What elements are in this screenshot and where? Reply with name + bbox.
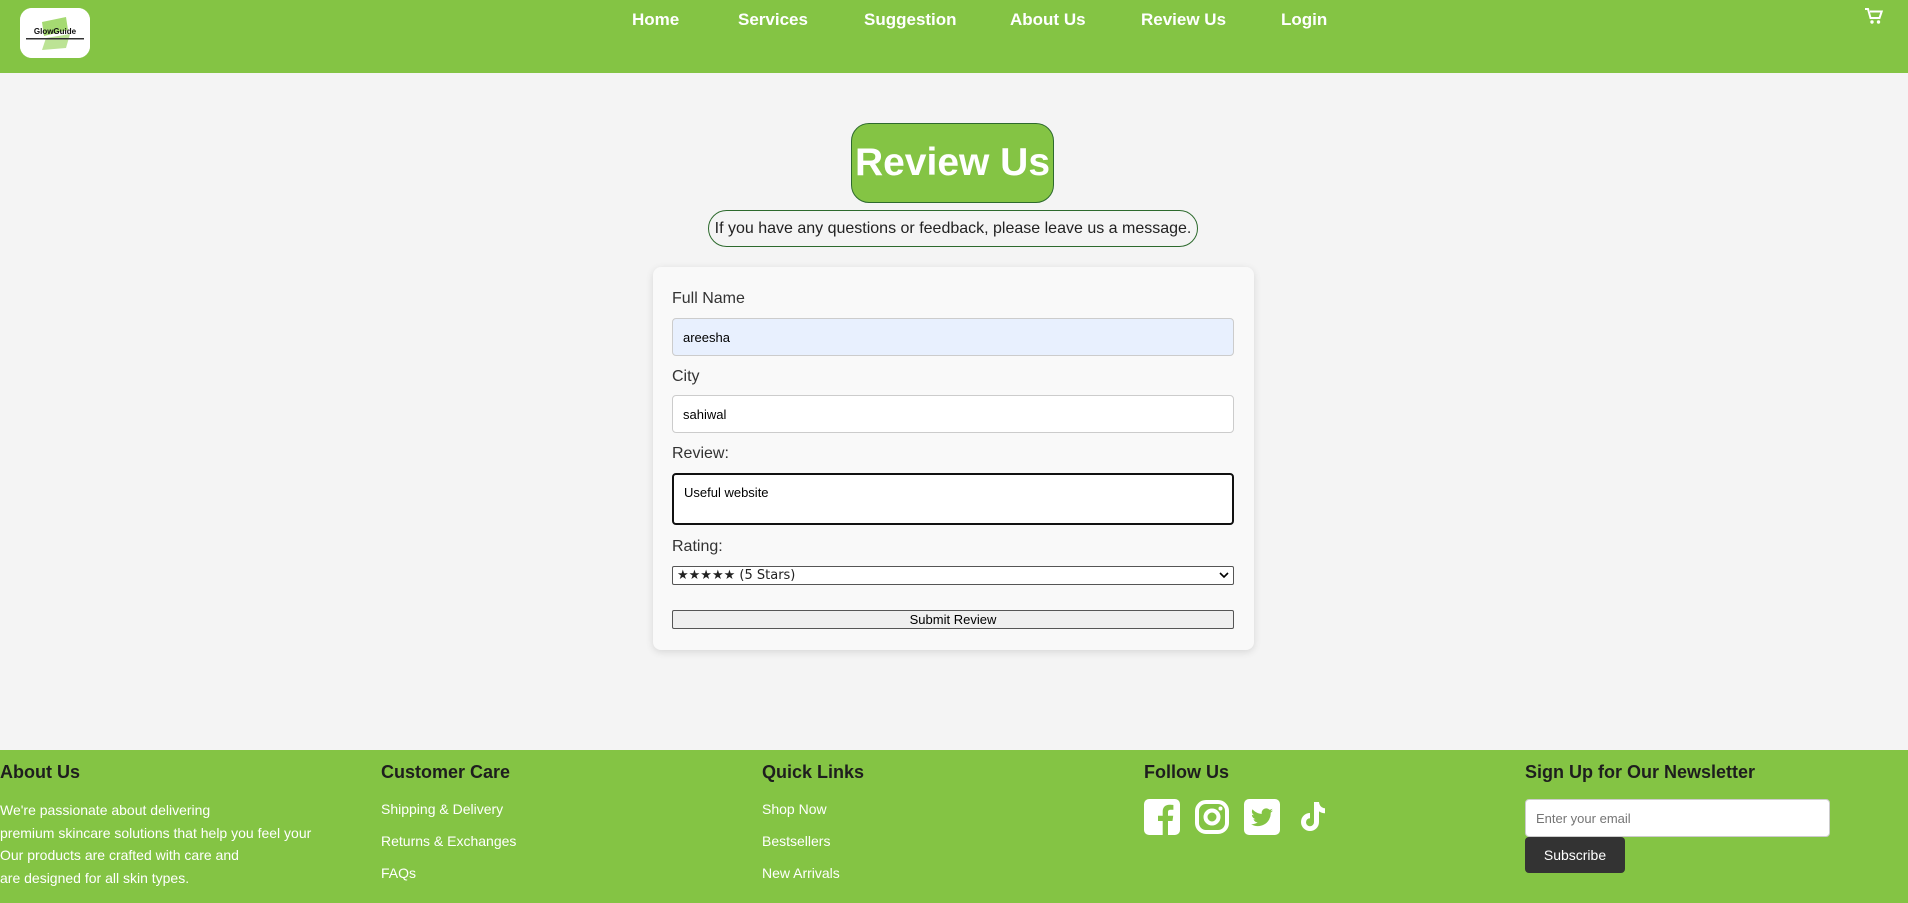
footer-newsletter-title: Sign Up for Our Newsletter [1525, 762, 1756, 782]
chevron-down-icon [1219, 572, 1229, 579]
cart-icon[interactable] [1864, 6, 1884, 26]
nav-home[interactable]: Home [632, 10, 679, 30]
city-label: City [672, 368, 700, 385]
footer-link-bestsellers[interactable]: Bestsellers [762, 825, 864, 857]
footer-newsletter: Sign Up for Our Newsletter Subscribe [1525, 762, 1830, 873]
newsletter-email-input[interactable] [1525, 799, 1830, 837]
footer-link-new-arrivals[interactable]: New Arrivals [762, 857, 864, 889]
rating-label: Rating: [672, 538, 723, 555]
nav-about-us[interactable]: About Us [1010, 10, 1086, 30]
footer-link-faqs[interactable]: FAQs [381, 857, 516, 889]
footer-about-line: Our products are crafted with care and [0, 847, 239, 863]
nav-services[interactable]: Services [738, 10, 808, 30]
footer-follow: Follow Us [1144, 762, 1330, 835]
site-header: GlowGuide Home Services Suggestion About… [0, 0, 1908, 73]
submit-review-button[interactable]: Submit Review [672, 610, 1234, 629]
rating-select[interactable]: ★★★★★ (5 Stars) [672, 566, 1234, 585]
footer-follow-title: Follow Us [1144, 762, 1229, 782]
nav-suggestion[interactable]: Suggestion [864, 10, 957, 30]
tiktok-icon[interactable] [1294, 799, 1330, 835]
footer-about-line: are designed for all skin types. [0, 869, 190, 886]
full-name-label: Full Name [672, 290, 745, 307]
rating-selected-value: ★★★★★ (5 Stars) [677, 568, 796, 583]
nav-login[interactable]: Login [1281, 10, 1327, 30]
footer-customer-care: Customer Care Shipping & Delivery Return… [381, 762, 516, 889]
footer-about: About Us We're passionate about deliveri… [0, 762, 311, 889]
footer-link-shipping[interactable]: Shipping & Delivery [381, 793, 516, 825]
full-name-input[interactable] [672, 318, 1234, 356]
city-input[interactable] [672, 395, 1234, 433]
nav-review-us[interactable]: Review Us [1141, 10, 1226, 30]
footer-about-line: We're passionate about delivering [0, 802, 211, 818]
review-label: Review: [672, 445, 729, 462]
footer-customer-care-title: Customer Care [381, 762, 511, 782]
footer-quick-links-title: Quick Links [762, 762, 865, 782]
review-form: Full Name City Review: Useful website Ra… [653, 267, 1254, 650]
footer-link-shop-now[interactable]: Shop Now [762, 793, 864, 825]
footer-about-line: premium skincare solutions that help you… [0, 824, 312, 841]
footer-about-title: About Us [0, 762, 80, 782]
page-title: Review Us [854, 141, 1051, 184]
footer-link-returns[interactable]: Returns & Exchanges [381, 825, 516, 857]
social-icons [1144, 799, 1330, 835]
page-title-box: Review Us [851, 123, 1054, 203]
main-nav: Home Services Suggestion About Us Review… [0, 10, 1908, 32]
twitter-icon[interactable] [1244, 799, 1280, 835]
page-subtitle: If you have any questions or feedback, p… [708, 210, 1198, 247]
subscribe-button[interactable]: Subscribe [1525, 837, 1625, 873]
site-footer: About Us We're passionate about deliveri… [0, 750, 1908, 903]
footer-quick-links: Quick Links Shop Now Bestsellers New Arr… [762, 762, 864, 889]
instagram-icon[interactable] [1194, 799, 1230, 835]
facebook-icon[interactable] [1144, 799, 1180, 835]
review-textarea[interactable]: Useful website [672, 473, 1234, 525]
